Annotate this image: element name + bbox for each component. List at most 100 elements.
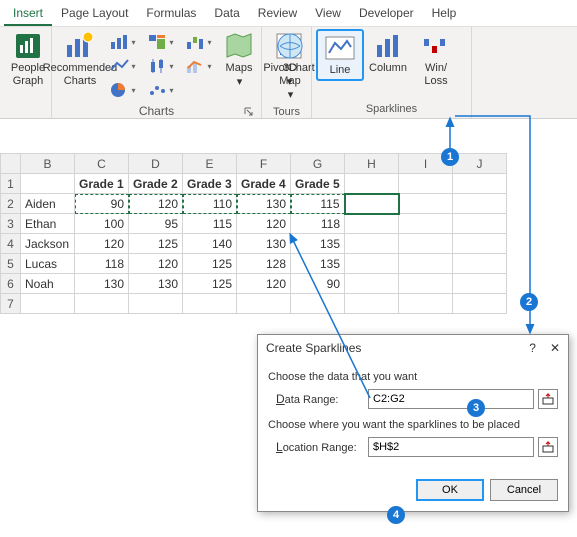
cell[interactable]: Grade 1 [75, 174, 129, 194]
tab-data[interactable]: Data [205, 2, 248, 26]
cell[interactable]: Grade 4 [237, 174, 291, 194]
row-header[interactable]: 2 [1, 194, 21, 214]
row-header[interactable]: 7 [1, 294, 21, 314]
cell[interactable]: 90 [291, 274, 345, 294]
recommended-charts-icon [65, 31, 95, 61]
cell[interactable]: 130 [75, 274, 129, 294]
dialog-section-label: Choose the data that you want [268, 371, 558, 383]
maps-button[interactable]: Maps▾ [218, 29, 260, 91]
row-header[interactable]: 4 [1, 234, 21, 254]
col-header[interactable]: B [21, 154, 75, 174]
group-label-sparklines: Sparklines [316, 102, 467, 116]
tab-page-layout[interactable]: Page Layout [52, 2, 137, 26]
cell[interactable]: 110 [183, 194, 237, 214]
cell[interactable]: 130 [129, 274, 183, 294]
cell[interactable]: Grade 3 [183, 174, 237, 194]
col-header[interactable]: J [453, 154, 507, 174]
bar-chart-button[interactable]: ▾ [106, 31, 140, 53]
data-range-label: Data Range: [276, 392, 368, 406]
ok-button[interactable]: OK [416, 479, 484, 501]
scatter-chart-button[interactable]: ▾ [144, 79, 178, 101]
cell[interactable]: 125 [183, 274, 237, 294]
globe-icon [275, 31, 305, 61]
row-header[interactable]: 6 [1, 274, 21, 294]
callout-4: 4 [387, 506, 405, 524]
cell[interactable]: 120 [237, 214, 291, 234]
cell[interactable]: Aiden [21, 194, 75, 214]
ref-select-button[interactable] [538, 389, 558, 409]
cell[interactable]: 115 [183, 214, 237, 234]
waterfall-chart-button[interactable]: ▾ [182, 31, 216, 53]
cell[interactable]: 100 [75, 214, 129, 234]
tab-insert[interactable]: Insert [4, 2, 52, 26]
cell[interactable]: 120 [75, 234, 129, 254]
cell[interactable]: 120 [237, 274, 291, 294]
tab-developer[interactable]: Developer [350, 2, 423, 26]
statistic-chart-button[interactable]: ▾ [144, 55, 178, 77]
col-header[interactable]: G [291, 154, 345, 174]
scatter-chart-icon [148, 82, 168, 98]
cell[interactable]: 95 [129, 214, 183, 234]
cell[interactable]: 125 [183, 254, 237, 274]
cell[interactable]: Lucas [21, 254, 75, 274]
combo-chart-button[interactable]: ▾ [182, 55, 216, 77]
ribbon-tabs: Insert Page Layout Formulas Data Review … [0, 0, 577, 27]
row-header[interactable]: 5 [1, 254, 21, 274]
charts-dialog-launcher-icon[interactable] [243, 106, 255, 118]
cell[interactable]: Grade 5 [291, 174, 345, 194]
cell[interactable]: 128 [237, 254, 291, 274]
data-range-input[interactable] [368, 389, 534, 409]
sparkline-winloss-button[interactable]: Win/ Loss [412, 29, 460, 90]
cell[interactable]: Jackson [21, 234, 75, 254]
ref-select-button[interactable] [538, 437, 558, 457]
cell[interactable]: 118 [291, 214, 345, 234]
cell[interactable]: Noah [21, 274, 75, 294]
col-header[interactable]: E [183, 154, 237, 174]
waterfall-chart-icon [186, 34, 206, 50]
sparkline-column-button[interactable]: Column [364, 29, 412, 77]
sparkline-line-button[interactable]: Line [316, 29, 364, 81]
tab-help[interactable]: Help [423, 2, 466, 26]
tab-formulas[interactable]: Formulas [137, 2, 205, 26]
line-chart-button[interactable]: ▾ [106, 55, 140, 77]
tab-view[interactable]: View [306, 2, 350, 26]
cell[interactable]: 135 [291, 254, 345, 274]
cell[interactable]: 120 [129, 254, 183, 274]
cancel-button[interactable]: Cancel [490, 479, 558, 501]
cell[interactable]: 130 [237, 194, 291, 214]
selected-cell[interactable] [345, 194, 399, 214]
help-button[interactable]: ? [529, 341, 536, 355]
cell[interactable]: 90 [75, 194, 129, 214]
row-header[interactable]: 3 [1, 214, 21, 234]
corner-cell[interactable] [1, 154, 21, 174]
cell[interactable]: 130 [237, 234, 291, 254]
group-label-tours: Tours [266, 105, 307, 119]
cell[interactable]: 135 [291, 234, 345, 254]
cell[interactable]: 115 [291, 194, 345, 214]
cell[interactable]: 118 [75, 254, 129, 274]
recommended-charts-button[interactable]: Recommended Charts [56, 29, 104, 90]
cell[interactable]: Grade 2 [129, 174, 183, 194]
cell[interactable]: 125 [129, 234, 183, 254]
grid[interactable]: B C D E F G H I J 1 Grade 1 Grade 2 Grad… [0, 153, 507, 314]
tab-review[interactable]: Review [249, 2, 306, 26]
ribbon: People Graph Recommended Charts ▾ ▾ ▾ ▾ … [0, 27, 577, 119]
cell[interactable]: 140 [183, 234, 237, 254]
cell[interactable]: Ethan [21, 214, 75, 234]
location-range-input[interactable] [368, 437, 534, 457]
people-graph-icon [13, 31, 43, 61]
col-header[interactable]: C [75, 154, 129, 174]
cell[interactable]: 120 [129, 194, 183, 214]
row-header[interactable]: 1 [1, 174, 21, 194]
pie-chart-button[interactable]: ▾ [106, 79, 140, 101]
statistic-chart-icon [148, 58, 168, 74]
callout-3: 3 [467, 399, 485, 417]
col-header[interactable]: H [345, 154, 399, 174]
callout-1: 1 [441, 148, 459, 166]
ref-select-icon [542, 393, 554, 405]
hierarchy-chart-button[interactable]: ▾ [144, 31, 178, 53]
col-header[interactable]: D [129, 154, 183, 174]
3d-map-button[interactable]: 3D Map▾ [266, 29, 314, 105]
col-header[interactable]: F [237, 154, 291, 174]
close-button[interactable]: ✕ [550, 341, 560, 355]
